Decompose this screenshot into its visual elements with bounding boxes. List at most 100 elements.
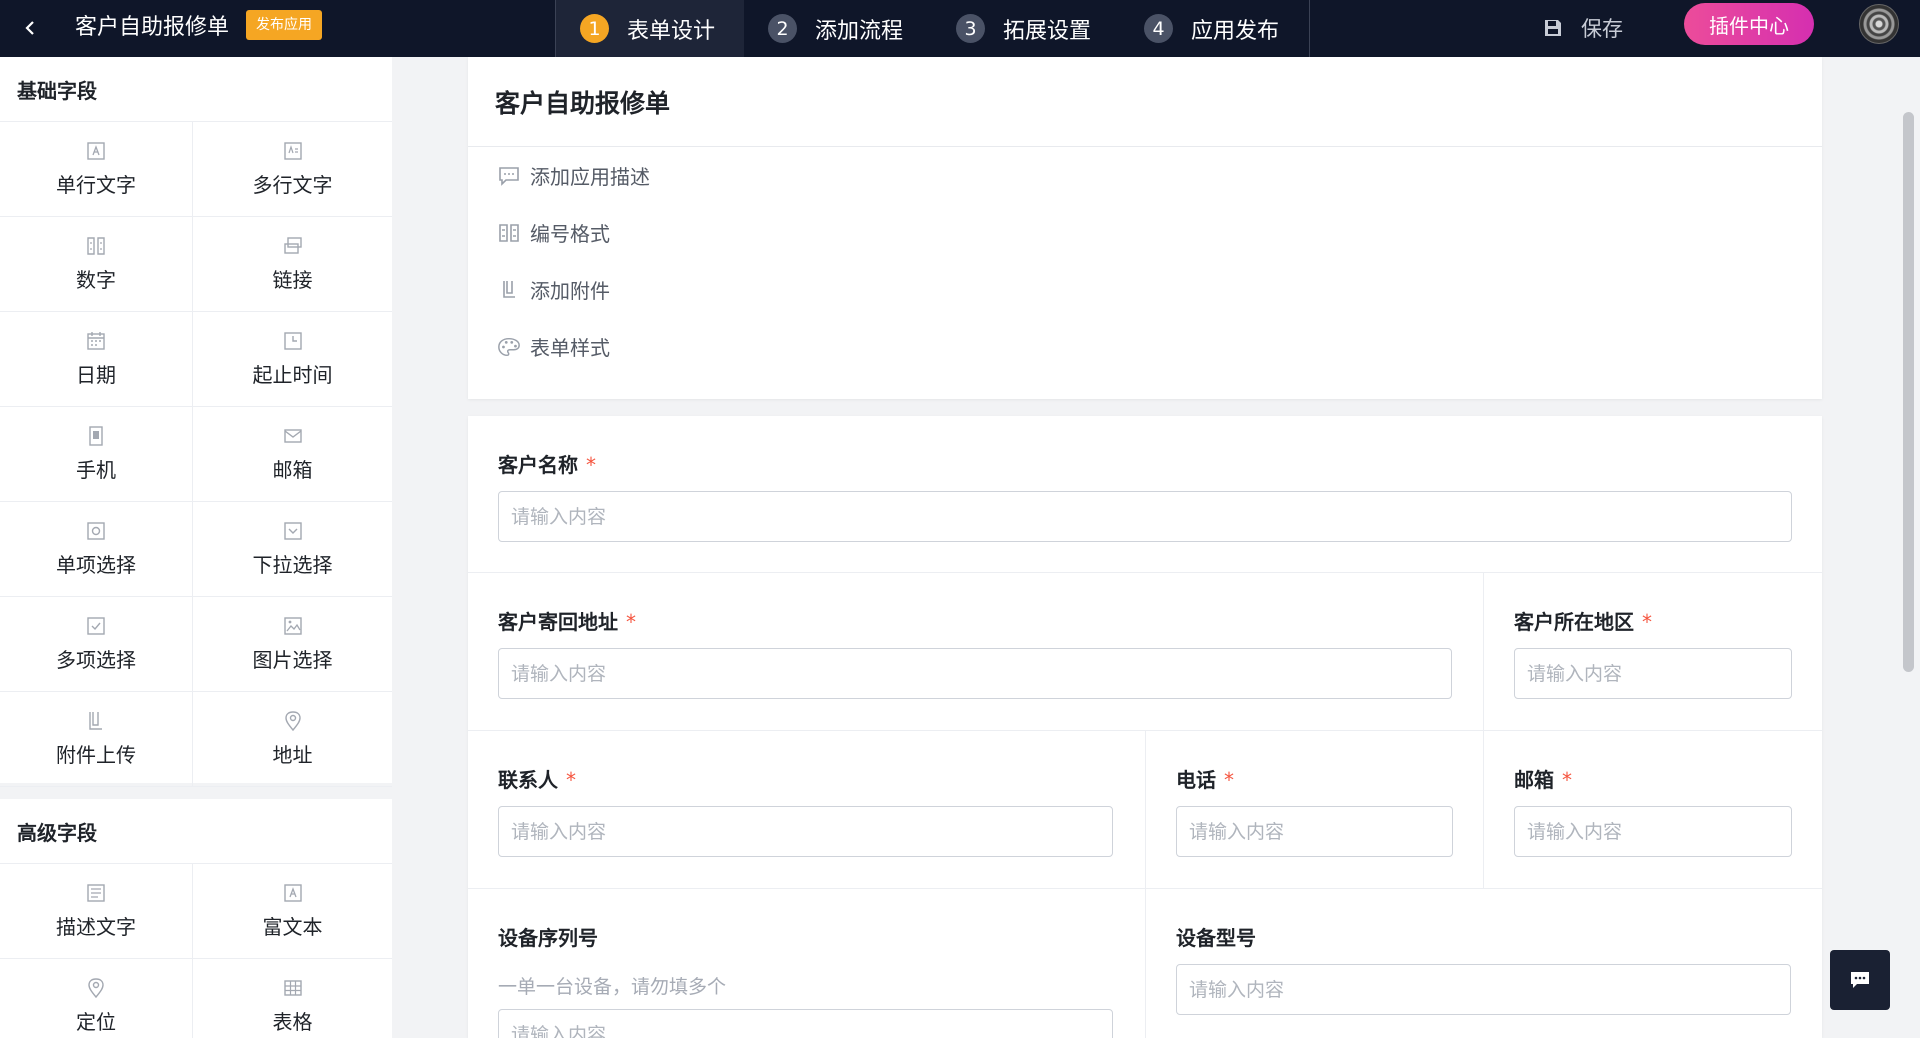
number-format-option[interactable]: 编号格式 <box>468 204 1822 261</box>
field-palette-item[interactable]: 定位 <box>0 959 193 1038</box>
text-icon <box>85 140 107 162</box>
field-palette-label: 邮箱 <box>272 458 313 482</box>
form-style-option[interactable]: 表单样式 <box>468 318 1822 375</box>
chat-button[interactable] <box>1830 950 1890 1010</box>
serial-number-field[interactable]: 设备序列号 一单一台设备，请勿填多个 <box>468 889 1145 1038</box>
field-palette-item[interactable]: 邮箱 <box>193 407 392 502</box>
avatar[interactable] <box>1859 4 1899 44</box>
form-title[interactable]: 客户自助报修单 <box>468 57 1822 147</box>
customer-name-input[interactable] <box>498 491 1792 542</box>
step-form-design[interactable]: 1 表单设计 <box>556 0 744 57</box>
clock-icon <box>282 330 304 352</box>
field-label: 客户寄回地址 * <box>498 610 636 634</box>
field-palette-item[interactable]: 单行文字 <box>0 122 193 217</box>
option-label: 添加附件 <box>530 279 610 303</box>
field-palette-label: 下拉选择 <box>252 553 333 577</box>
option-label: 编号格式 <box>530 222 610 246</box>
step-publish[interactable]: 4 应用发布 <box>1144 0 1279 57</box>
phone-input[interactable] <box>1176 806 1453 857</box>
step-label: 应用发布 <box>1191 18 1280 44</box>
add-description-option[interactable]: 添加应用描述 <box>468 147 1822 204</box>
field-palette-item[interactable]: 数字 <box>0 217 193 312</box>
field-palette-label: 定位 <box>76 1010 116 1034</box>
return-address-input[interactable] <box>498 648 1452 699</box>
step-nav: 1 表单设计 2 添加流程 3 拓展设置 4 应用发布 <box>555 0 1310 57</box>
rich-text-icon <box>282 882 304 904</box>
phone-icon <box>85 425 107 447</box>
email-input[interactable] <box>1514 806 1792 857</box>
step-number: 1 <box>580 14 609 43</box>
field-palette-label: 地址 <box>272 743 313 767</box>
dropdown-icon <box>282 520 304 542</box>
field-palette-item[interactable]: 下拉选择 <box>193 502 392 597</box>
basic-fields-panel: 基础字段 单行文字 多行文字 数字 链接 日期 起止时间 手机 邮箱 单项选择 下拉选择 多项选择 图… <box>0 57 392 787</box>
field-palette-item[interactable]: 表格 <box>193 959 392 1038</box>
form-row: 设备序列号 一单一台设备，请勿填多个 设备型号 <box>468 889 1822 1038</box>
return-address-field[interactable]: 客户寄回地址 * <box>468 573 1483 730</box>
back-button[interactable] <box>14 12 46 44</box>
field-palette-item[interactable]: 单项选择 <box>0 502 193 597</box>
field-palette-item[interactable]: 图片选择 <box>193 597 392 692</box>
field-palette-item[interactable]: 描述文字 <box>0 864 193 959</box>
publish-badge[interactable]: 发布应用 <box>246 10 322 40</box>
field-hint: 一单一台设备，请勿填多个 <box>498 976 727 998</box>
contact-input[interactable] <box>498 806 1113 857</box>
phone-field[interactable]: 电话 * <box>1145 731 1483 888</box>
field-palette-label: 附件上传 <box>56 743 136 767</box>
field-sidebar: 基础字段 单行文字 多行文字 数字 链接 日期 起止时间 手机 邮箱 单项选择 下拉选择 多项选择 图… <box>0 57 392 1038</box>
field-palette-label: 手机 <box>76 458 116 482</box>
scrollbar-thumb[interactable] <box>1903 112 1914 672</box>
field-palette-item[interactable]: 附件上传 <box>0 692 193 787</box>
add-attachment-option[interactable]: 添加附件 <box>468 261 1822 318</box>
save-button[interactable]: 保存 <box>1543 8 1623 48</box>
field-palette-item[interactable]: 多行文字 <box>193 122 392 217</box>
option-label: 添加应用描述 <box>530 165 650 189</box>
field-label: 设备型号 <box>1176 926 1256 950</box>
field-palette-item[interactable]: 日期 <box>0 312 193 407</box>
email-field[interactable]: 邮箱 * <box>1483 731 1822 888</box>
field-palette-item[interactable]: 起止时间 <box>193 312 392 407</box>
field-label: 客户所在地区 * <box>1514 610 1652 634</box>
field-palette-label: 链接 <box>272 268 313 292</box>
form-row: 客户寄回地址* 客户所在地区* <box>468 573 1822 731</box>
option-label: 表单样式 <box>530 336 610 360</box>
field-palette-label: 表格 <box>272 1010 313 1034</box>
field-palette-label: 起止时间 <box>252 363 333 387</box>
save-label: 保存 <box>1581 17 1623 41</box>
region-input[interactable] <box>1514 648 1792 699</box>
link-icon <box>282 235 304 257</box>
top-bar: 客户自助报修单 发布应用 1 表单设计 2 添加流程 3 拓展设置 4 应用发布… <box>0 0 1920 57</box>
step-number: 3 <box>956 14 985 43</box>
step-number: 2 <box>768 14 797 43</box>
step-label: 拓展设置 <box>1003 18 1092 44</box>
contact-field[interactable]: 联系人 * <box>468 731 1145 888</box>
location-pin-icon <box>282 710 304 732</box>
region-field[interactable]: 客户所在地区 * <box>1483 573 1822 730</box>
calendar-icon <box>85 330 107 352</box>
field-palette-item[interactable]: 富文本 <box>193 864 392 959</box>
field-palette-label: 富文本 <box>262 915 323 939</box>
field-palette-label: 日期 <box>76 363 116 387</box>
field-palette-item[interactable]: 链接 <box>193 217 392 312</box>
app-title: 客户自助报修单 <box>75 15 230 40</box>
customer-name-field[interactable]: 客户名称 * <box>468 416 1822 572</box>
palette-icon <box>497 335 521 359</box>
field-palette-label: 单行文字 <box>56 173 136 197</box>
attachment-icon <box>85 710 107 732</box>
field-palette-item[interactable]: 多项选择 <box>0 597 193 692</box>
field-palette-label: 单项选择 <box>56 553 136 577</box>
device-model-input[interactable] <box>1176 964 1791 1015</box>
device-model-field[interactable]: 设备型号 <box>1145 889 1822 1038</box>
step-extend-settings[interactable]: 3 拓展设置 <box>956 0 1091 57</box>
number-icon <box>497 221 521 245</box>
field-palette-item[interactable]: 地址 <box>193 692 392 787</box>
field-label: 邮箱 * <box>1514 768 1572 792</box>
step-add-flow[interactable]: 2 添加流程 <box>768 0 903 57</box>
serial-number-input[interactable] <box>498 1009 1113 1038</box>
field-palette-item[interactable]: 手机 <box>0 407 193 502</box>
field-label: 电话 * <box>1176 768 1234 792</box>
chat-icon <box>1851 972 1869 988</box>
form-body-card: 客户名称* 客户寄回地址* 客户所在地区* 联系人* 电话* 邮箱* <box>468 416 1822 1038</box>
plugin-center-button[interactable]: 插件中心 <box>1684 3 1814 45</box>
advanced-fields-grid: 描述文字 富文本定位 表格 <box>0 864 392 1038</box>
